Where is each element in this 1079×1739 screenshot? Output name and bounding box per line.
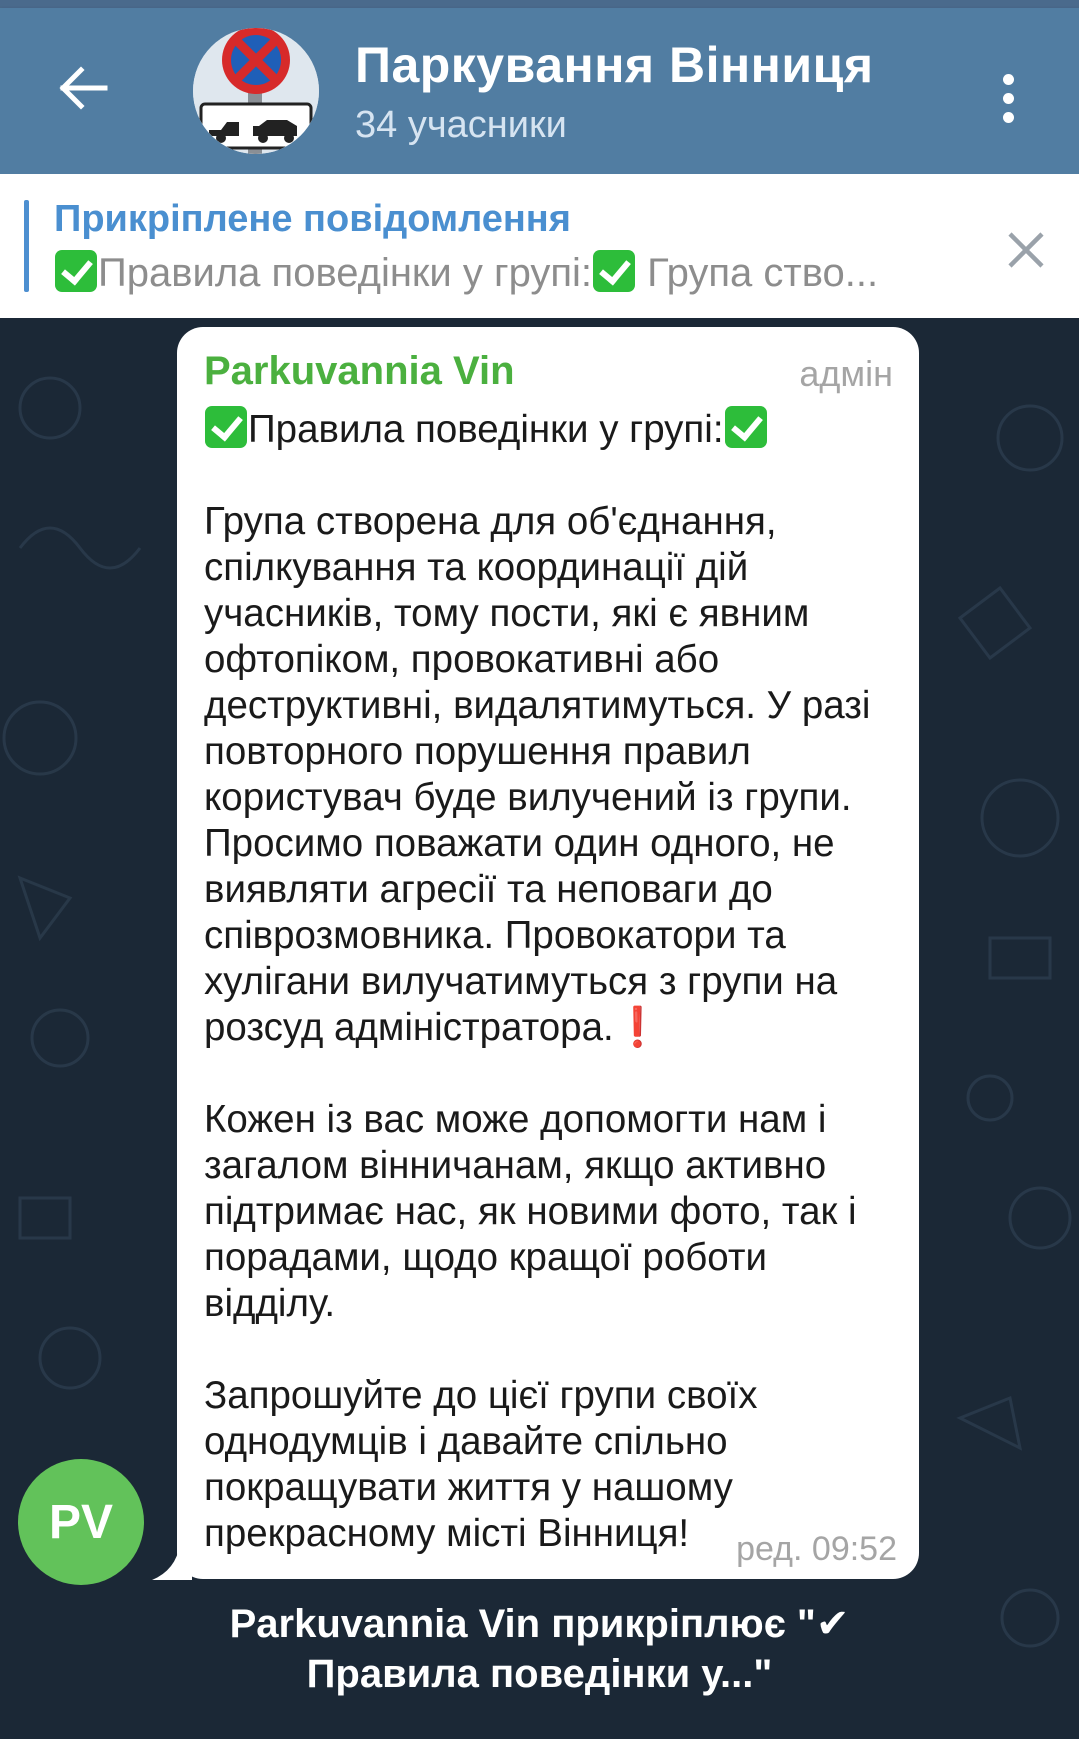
sender-avatar[interactable]: PV bbox=[18, 1459, 144, 1585]
service-message: Parkuvannia Vin прикріплює "✔ Правила пов… bbox=[0, 1599, 1079, 1699]
exclamation-icon: ❗ bbox=[613, 1006, 662, 1049]
unpin-button[interactable] bbox=[1000, 224, 1052, 276]
more-options-button[interactable] bbox=[978, 58, 1038, 138]
more-vertical-icon bbox=[1002, 73, 1014, 85]
back-button[interactable] bbox=[44, 48, 124, 128]
more-vertical-icon-dot bbox=[1002, 111, 1014, 123]
check-icon: ✔ bbox=[815, 1602, 850, 1646]
check-mark-emoji-icon bbox=[55, 250, 97, 292]
arrow-left-icon bbox=[59, 66, 108, 110]
check-mark-emoji-icon bbox=[724, 406, 767, 448]
message-paragraph-2: Кожен із вас може допомогти нам і загало… bbox=[204, 1098, 857, 1325]
status-bar bbox=[0, 0, 1079, 8]
chat-title[interactable]: Паркування Вінниця bbox=[355, 36, 874, 94]
pinned-message-bar[interactable]: Прикріплене повідомлення Правила поведін… bbox=[0, 174, 1079, 318]
pinned-preview: Правила поведінки у групі: Група ство... bbox=[54, 250, 954, 296]
pinned-title: Прикріплене повідомлення bbox=[54, 198, 571, 240]
message-time: ред. 09:52 bbox=[736, 1530, 897, 1568]
service-text-a: Parkuvannia Vin прикріплює " bbox=[229, 1602, 816, 1646]
service-text-b: Правила поведінки у..." bbox=[306, 1652, 773, 1696]
pinned-indicator bbox=[24, 200, 29, 292]
check-mark-emoji-icon bbox=[205, 406, 247, 448]
no-parking-sign-icon bbox=[193, 28, 319, 154]
chat-area[interactable]: Parkuvannia Vin адмін Правила поведінки … bbox=[0, 318, 1079, 1739]
member-count: 34 учасники bbox=[355, 104, 567, 146]
message-bubble[interactable]: Parkuvannia Vin адмін Правила поведінки … bbox=[177, 327, 919, 1579]
chat-header: Паркування Вінниця 34 учасники bbox=[0, 8, 1079, 174]
more-vertical-icon-dot bbox=[1002, 92, 1014, 104]
message-heading: Правила поведінки у групі: bbox=[248, 408, 724, 451]
group-avatar[interactable] bbox=[193, 28, 319, 154]
close-icon bbox=[1008, 232, 1044, 268]
sender-name[interactable]: Parkuvannia Vin bbox=[204, 349, 515, 394]
check-mark-emoji-icon bbox=[593, 250, 636, 292]
message-paragraph-1: Група створена для об'єднання, спілкуван… bbox=[204, 500, 871, 1049]
pinned-text-a: Правила поведінки у групі: bbox=[98, 251, 593, 295]
pinned-text-b: Група ство... bbox=[636, 251, 879, 295]
message-paragraph-3: Запрошуйте до цієї групи своїх однодумці… bbox=[204, 1374, 758, 1555]
admin-badge: адмін bbox=[799, 353, 893, 394]
message-text: Правила поведінки у групі: Група створен… bbox=[204, 406, 904, 1557]
